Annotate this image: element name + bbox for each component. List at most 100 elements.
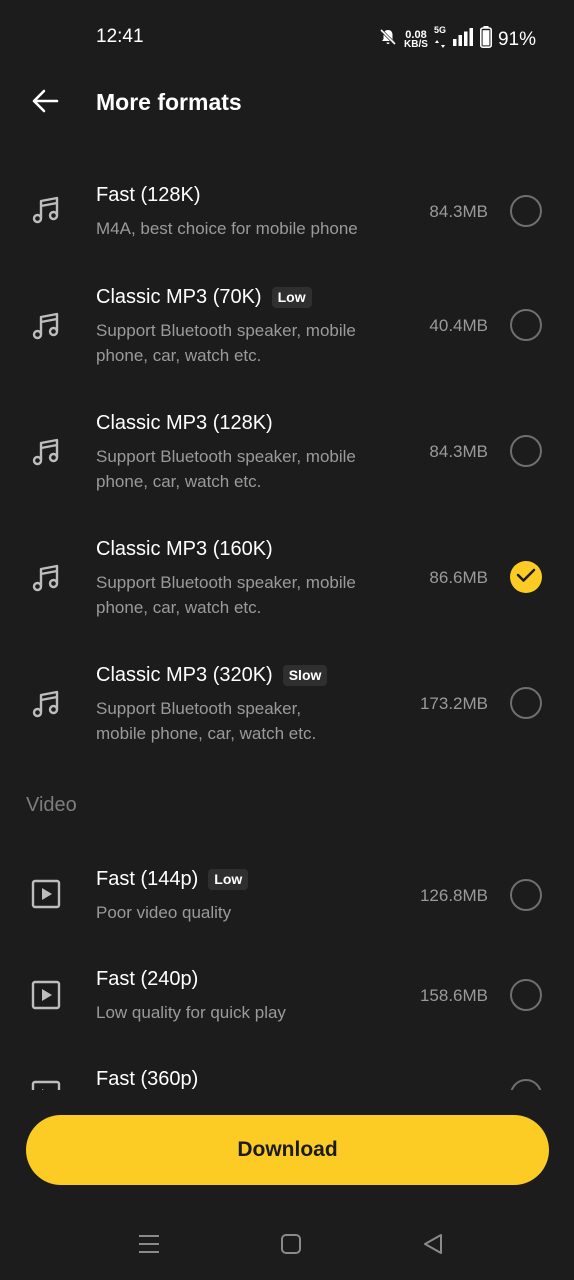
format-description: Support Bluetooth speaker, mobile phone,… <box>96 444 406 494</box>
format-item-text: Fast (240p) Low quality for quick play <box>96 966 406 1025</box>
format-title: Fast (360p) <box>96 1066 406 1090</box>
status-bar: 12:41 0.08 KB/S 5G 91% <box>0 0 574 74</box>
download-button[interactable]: Download <box>26 1115 549 1185</box>
system-nav-bar <box>0 1210 574 1280</box>
format-size: 86.6MB <box>429 568 488 587</box>
check-icon <box>516 567 536 588</box>
format-description-line1: Support Bluetooth speaker, mobile <box>96 321 356 340</box>
header: More formats <box>0 74 574 134</box>
format-title-text: Fast (240p) <box>96 968 199 990</box>
format-title-text: Fast (144p) <box>96 868 199 890</box>
format-title: Fast (240p) <box>96 966 406 992</box>
format-item-fast-240p[interactable]: Fast (240p) Low quality for quick play 1… <box>0 960 574 1030</box>
format-title: Classic MP3 (320K) Slow <box>96 662 406 688</box>
format-title-text: Classic MP3 (70K) <box>96 286 262 308</box>
format-item-text: Fast (144p) Low Poor video quality <box>96 866 406 925</box>
format-size: 84.3MB <box>429 442 488 461</box>
format-item-fast-144p[interactable]: Fast (144p) Low Poor video quality 126.8M… <box>0 858 574 928</box>
format-radio[interactable] <box>510 879 542 911</box>
music-note-icon <box>28 686 64 722</box>
network-speed-unit: KB/S <box>404 38 428 50</box>
format-title-text: Fast (128K) <box>96 184 201 206</box>
battery-icon <box>479 26 492 53</box>
speed-badge: Low <box>271 286 312 308</box>
format-description-line2: phone, car, watch etc. <box>96 346 262 365</box>
format-radio[interactable] <box>510 979 542 1011</box>
format-item-classic-mp3-320k[interactable]: Classic MP3 (320K) Slow Support Bluetooth… <box>0 650 574 750</box>
format-title-text: Classic MP3 (160K) <box>96 538 273 560</box>
format-radio[interactable] <box>510 309 542 341</box>
format-radio-selected[interactable] <box>510 561 542 593</box>
triangle-back-icon <box>422 1233 444 1260</box>
format-title: Fast (128K) <box>96 182 406 208</box>
music-note-icon <box>28 308 64 344</box>
format-size: 84.3MB <box>429 202 488 221</box>
play-box-icon <box>28 1077 64 1090</box>
network-type: 5G <box>433 25 446 35</box>
format-description: M4A, best choice for mobile phone <box>96 219 358 238</box>
format-size: 173.2MB <box>419 694 488 713</box>
format-title: Classic MP3 (70K) Low <box>96 284 406 310</box>
format-item-fast-128k[interactable]: Fast (128K) M4A, best choice for mobile … <box>0 176 574 246</box>
play-box-icon <box>28 876 64 912</box>
format-item-text: Classic MP3 (70K) Low Support Bluetooth s… <box>96 284 406 368</box>
page-title: More formats <box>96 89 242 115</box>
arrow-left-icon <box>31 89 59 118</box>
format-size: 126.8MB <box>419 886 488 905</box>
network-speed: 0.08 KB/S <box>404 29 428 50</box>
format-item-classic-mp3-160k[interactable]: Classic MP3 (160K) Support Bluetooth spe… <box>0 524 574 624</box>
format-radio[interactable] <box>510 435 542 467</box>
format-description-line1: Support Bluetooth speaker, mobile <box>96 447 356 466</box>
format-item-text: Classic MP3 (160K) Support Bluetooth spe… <box>96 536 406 620</box>
screen: 12:41 0.08 KB/S 5G 91% More formats Fast… <box>0 0 574 1280</box>
format-description-line2: phone, car, watch etc. <box>96 472 262 491</box>
format-description-line2: mobile phone, car, watch etc. <box>96 724 317 743</box>
section-label-video: Video <box>26 794 77 816</box>
format-item-text: Classic MP3 (128K) Support Bluetooth spe… <box>96 410 406 494</box>
menu-icon <box>138 1234 160 1259</box>
signal-icon <box>452 28 474 51</box>
mobile-data: 5G <box>434 26 446 53</box>
format-item-fast-360p[interactable]: Fast (360p) <box>0 1060 574 1090</box>
format-radio[interactable] <box>510 195 542 227</box>
format-description: Support Bluetooth speaker, mobile phone,… <box>96 570 406 620</box>
format-title: Fast (144p) Low <box>96 866 406 892</box>
format-size: 158.6MB <box>419 986 488 1005</box>
format-description: Poor video quality <box>96 903 232 922</box>
recents-button[interactable] <box>134 1232 164 1260</box>
format-description: Support Bluetooth speaker, mobile phone,… <box>96 318 406 368</box>
battery-percent: 91% <box>497 28 536 50</box>
format-title-text: Classic MP3 (128K) <box>96 412 273 434</box>
square-icon <box>280 1233 302 1260</box>
format-description-line1: Support Bluetooth speaker, mobile <box>96 573 356 592</box>
format-item-classic-mp3-70k[interactable]: Classic MP3 (70K) Low Support Bluetooth s… <box>0 272 574 372</box>
format-description-line2: phone, car, watch etc. <box>96 598 262 617</box>
music-note-icon <box>28 434 64 470</box>
music-note-icon <box>28 560 64 596</box>
format-title: Classic MP3 (160K) <box>96 536 406 562</box>
speed-badge: Low <box>208 868 249 890</box>
data-arrows-icon <box>434 35 445 53</box>
status-icons: 0.08 KB/S 5G 91% <box>378 26 536 53</box>
home-button[interactable] <box>276 1232 306 1260</box>
format-description-line1: Support Bluetooth speaker, <box>96 699 302 718</box>
speed-badge: Slow <box>282 664 328 686</box>
format-size: 40.4MB <box>429 316 488 335</box>
format-radio[interactable] <box>510 687 542 719</box>
format-item-classic-mp3-128k[interactable]: Classic MP3 (128K) Support Bluetooth spe… <box>0 398 574 498</box>
music-note-icon <box>28 192 64 228</box>
format-description: Support Bluetooth speaker, mobile phone,… <box>96 696 406 746</box>
play-box-icon <box>28 977 64 1013</box>
back-nav-button[interactable] <box>418 1232 448 1260</box>
back-button[interactable] <box>28 86 62 120</box>
format-list[interactable]: Fast (128K) M4A, best choice for mobile … <box>0 150 574 1090</box>
format-item-text: Fast (360p) <box>96 1066 406 1090</box>
format-item-text: Fast (128K) M4A, best choice for mobile … <box>96 182 406 241</box>
mute-bell-icon <box>378 27 398 52</box>
status-time: 12:41 <box>96 26 144 47</box>
format-title-text: Classic MP3 (320K) <box>96 664 273 686</box>
format-radio[interactable] <box>510 1079 542 1090</box>
format-title: Classic MP3 (128K) <box>96 410 406 436</box>
format-item-text: Classic MP3 (320K) Slow Support Bluetooth… <box>96 662 406 746</box>
format-title-text: Fast (360p) <box>96 1068 199 1090</box>
